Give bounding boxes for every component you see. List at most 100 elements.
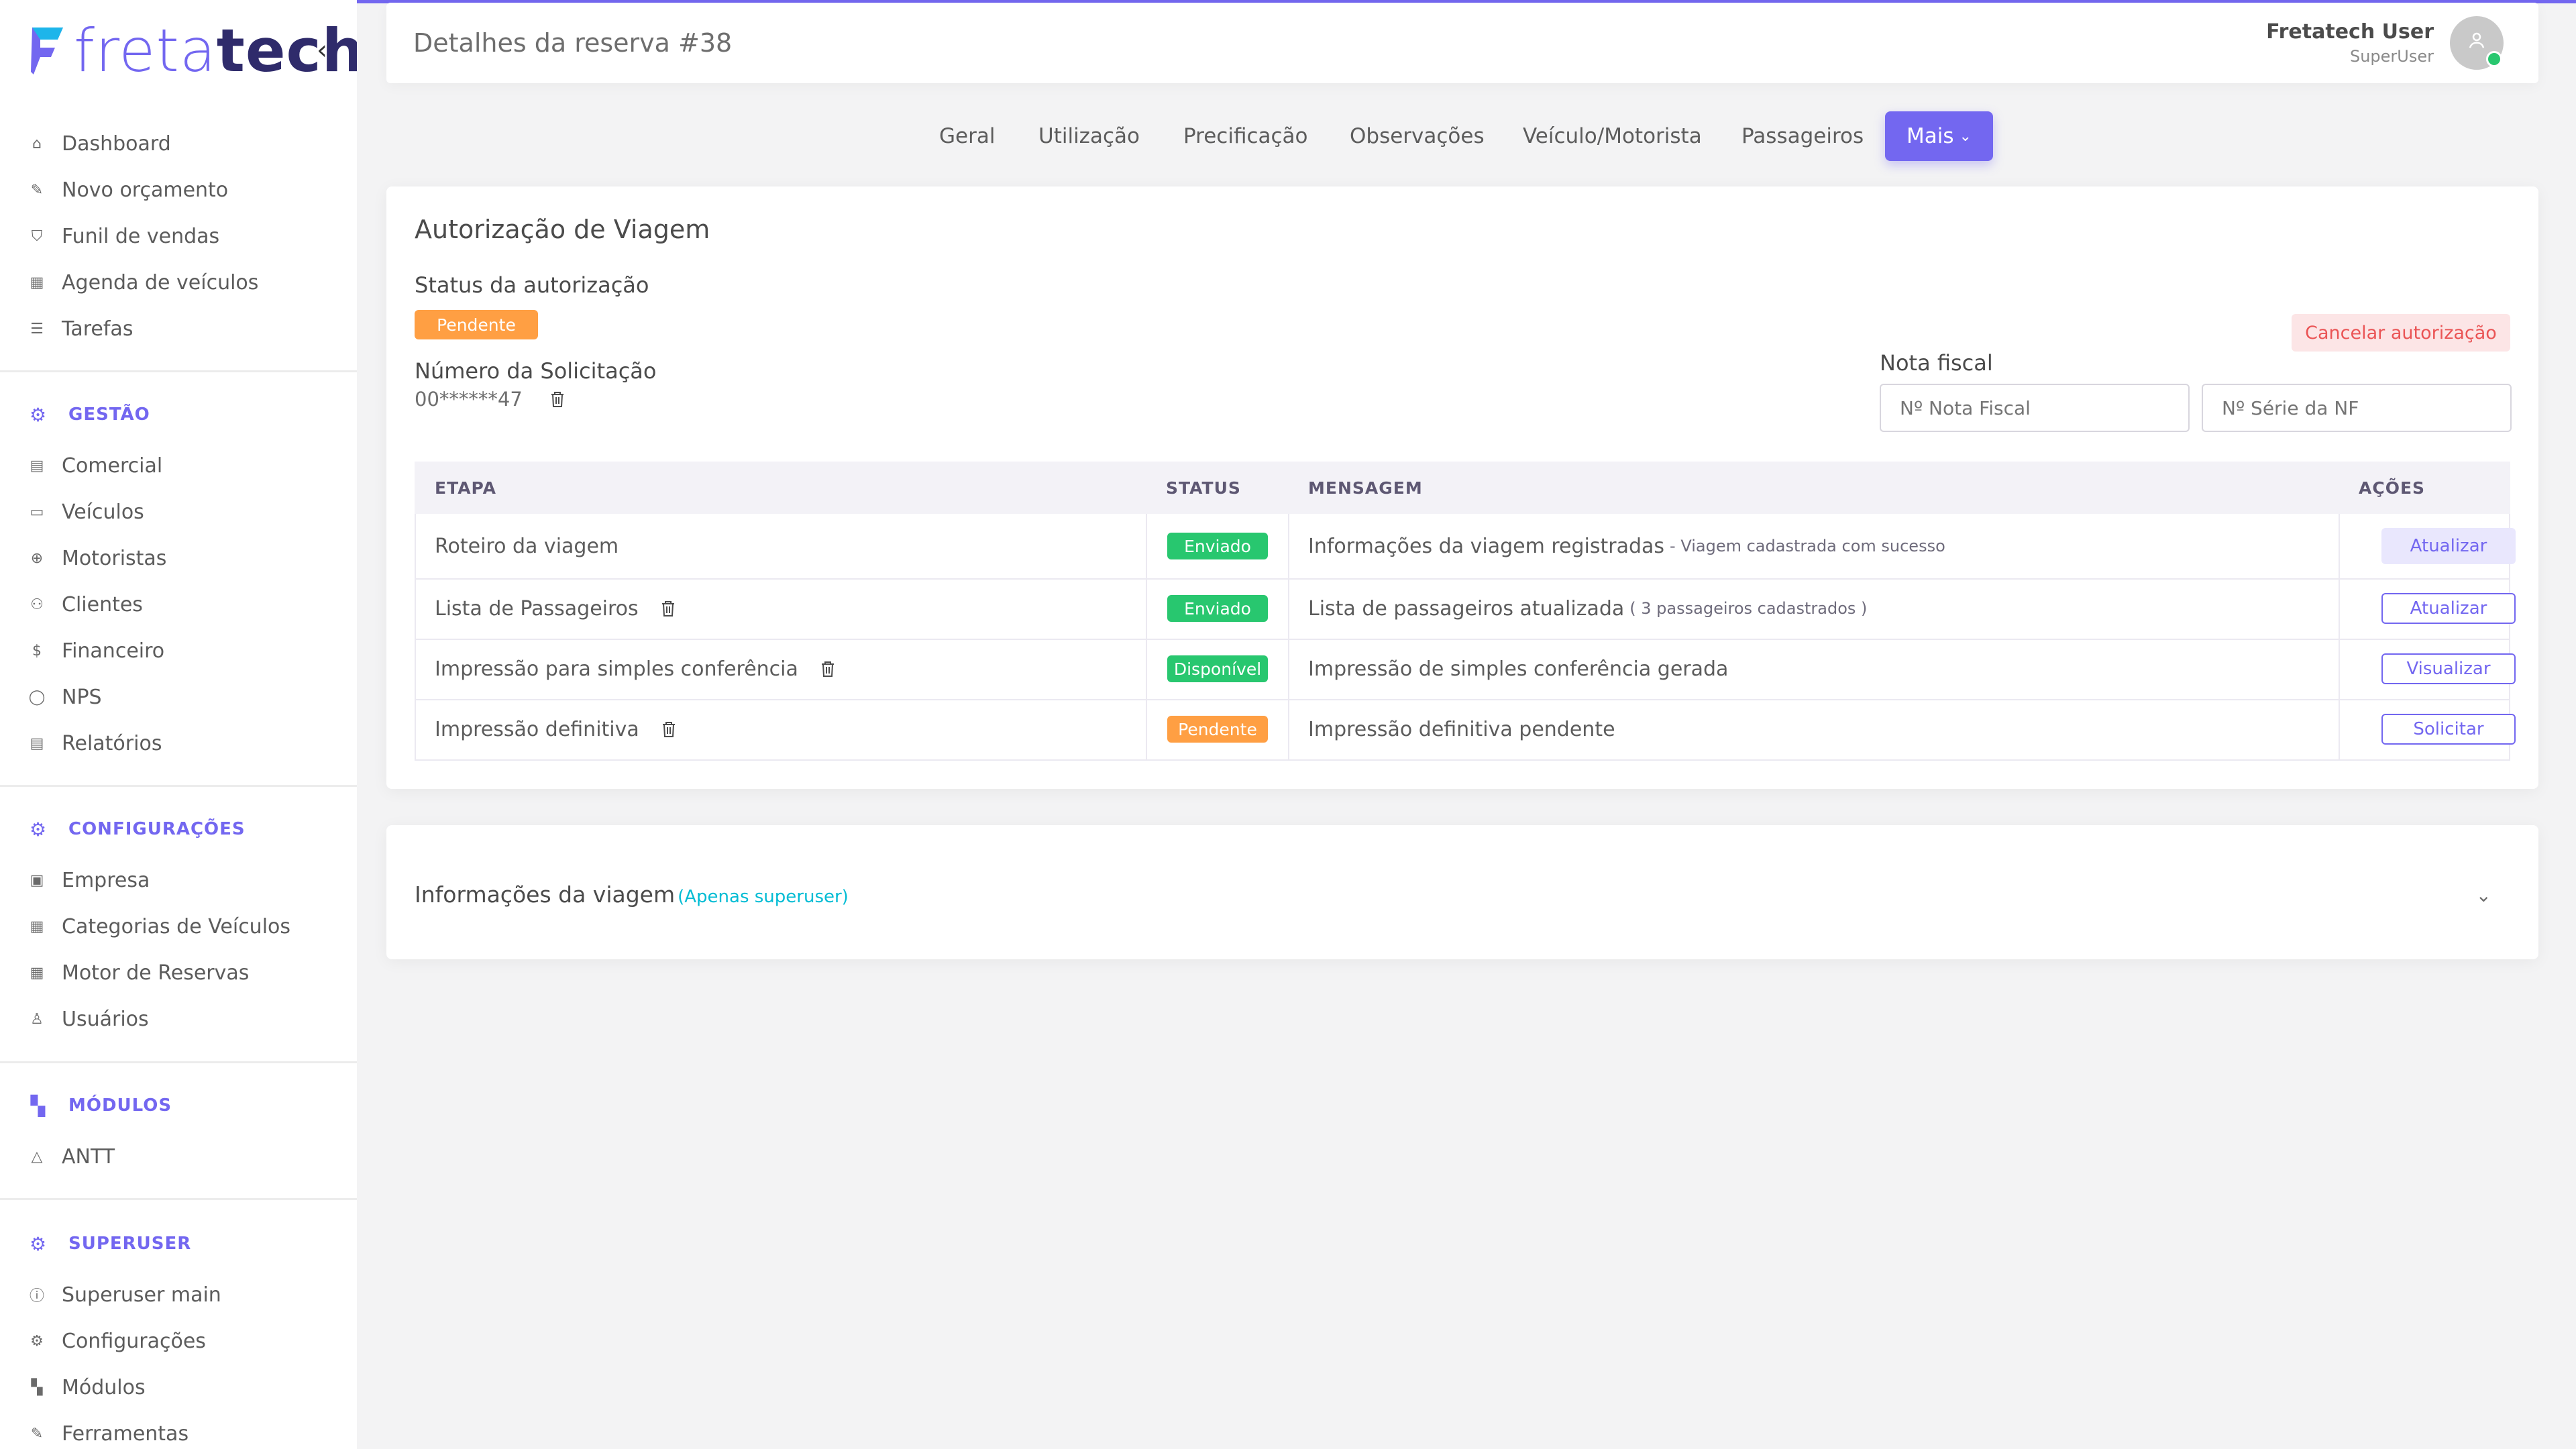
tab-mais[interactable]: Mais ⌄ — [1885, 111, 1993, 161]
column-header-status: STATUS — [1166, 478, 1241, 498]
trash-icon[interactable] — [659, 719, 678, 739]
trash-icon[interactable] — [548, 389, 567, 409]
sidebar-item-financeiro[interactable]: $ Financeiro — [28, 631, 164, 671]
step-message: Impressão de simples conferência gerada — [1308, 657, 1729, 681]
table-column-divider — [415, 514, 416, 578]
grid-icon: ▦ — [30, 918, 44, 935]
invoice-series-input[interactable] — [2202, 384, 2512, 432]
tab-observacoes[interactable]: Observações — [1350, 111, 1485, 161]
briefcase-icon: ▣ — [30, 871, 44, 889]
sidebar-item-label: Motor de Reservas — [62, 961, 250, 985]
sidebar-item-label: Relatórios — [62, 731, 162, 755]
trip-info-card[interactable]: Informações da viagem (Apenas superuser) … — [386, 825, 2538, 959]
tab-geral[interactable]: Geral — [939, 111, 995, 161]
sidebar-item-motor-de-reservas[interactable]: ▦ Motor de Reservas — [28, 953, 250, 993]
table-row: Roteiro da viagem Enviado Informações da v… — [415, 514, 2516, 580]
sidebar-item-label: Superuser main — [62, 1283, 221, 1307]
sidebar-item-relatorios[interactable]: ▤ Relatórios — [28, 723, 162, 763]
chevron-left-icon[interactable]: ‹ — [317, 35, 327, 66]
sidebar-item-clientes[interactable]: ⚇ Clientes — [28, 584, 143, 625]
sidebar-item-label: Módulos — [62, 1375, 146, 1399]
steering-wheel-icon: ⊕ — [30, 549, 44, 567]
table-column-divider — [415, 578, 416, 639]
sidebar-item-tarefas[interactable]: ☰ Tarefas — [28, 309, 133, 349]
tab-passageiros[interactable]: Passageiros — [1741, 111, 1864, 161]
authorization-card: Autorização de Viagem Status da autoriza… — [386, 186, 2538, 789]
sidebar-item-antt[interactable]: △ ANTT — [28, 1136, 115, 1177]
step-message-detail: ( 3 passageiros cadastrados ) — [1629, 599, 1868, 618]
table-column-divider — [415, 639, 416, 699]
sidebar-item-funil-de-vendas[interactable]: ⛉ Funil de vendas — [28, 216, 219, 256]
user-name[interactable]: Fretatech User — [2266, 20, 2434, 44]
sidebar-item-empresa[interactable]: ▣ Empresa — [28, 860, 150, 900]
request-number-label: Número da Solicitação — [415, 358, 657, 384]
step-status-badge: Enviado — [1167, 533, 1268, 559]
visualizar-button[interactable]: Visualizar — [2381, 653, 2516, 684]
step-message: Informações da viagem registradas — [1308, 534, 1665, 558]
sidebar-item-label: Comercial — [62, 453, 163, 478]
gear-icon: ⚙ — [29, 403, 48, 426]
message-cell: Lista de passageiros atualizada( 3 passa… — [1308, 578, 1867, 639]
tab-utilizacao[interactable]: Utilização — [1038, 111, 1140, 161]
sidebar-item-agenda-de-veiculos[interactable]: ▦ Agenda de veículos — [28, 262, 259, 303]
avatar[interactable] — [2450, 16, 2504, 70]
chevron-down-icon[interactable]: ⌄ — [2476, 884, 2491, 906]
sidebar-item-novo-orcamento[interactable]: ✎ Novo orçamento — [28, 170, 228, 210]
step-cell: Impressão para simples conferência — [435, 639, 837, 699]
status-badge: Pendente — [415, 310, 538, 339]
trash-icon[interactable] — [818, 659, 837, 679]
reservation-tabs: Geral Utilização Precificação Observaçõe… — [0, 111, 2576, 161]
sidebar-item-modulos[interactable]: ▚ Módulos — [28, 1367, 146, 1407]
sidebar-item-categorias-de-veiculos[interactable]: ▦ Categorias de Veículos — [28, 906, 290, 947]
sidebar-item-label: ANTT — [62, 1144, 115, 1169]
invoice-number-input[interactable] — [1880, 384, 2190, 432]
sidebar: fretatech ‹ ⌂ Dashboard ✎ Novo orçamento ⛉ Fu… — [0, 0, 357, 1449]
atualizar-button[interactable]: Atualizar — [2381, 528, 2516, 564]
step-cell: Lista de Passageiros — [435, 578, 678, 639]
sidebar-section-title: MÓDULOS — [68, 1095, 172, 1116]
gear-icon: ⚙ — [30, 1332, 44, 1350]
sidebar-item-comercial[interactable]: ▤ Comercial — [28, 445, 163, 486]
sidebar-item-label: Categorias de Veículos — [62, 914, 291, 938]
sidebar-item-motoristas[interactable]: ⊕ Motoristas — [28, 538, 167, 578]
step-cell: Impressão definitiva — [435, 699, 678, 759]
sidebar-section-modulos: ▚ MÓDULOS — [28, 1085, 172, 1126]
tab-precificacao[interactable]: Precificação — [1183, 111, 1308, 161]
sidebar-item-usuarios[interactable]: ♙ Usuários — [28, 999, 149, 1039]
sidebar-divider — [0, 785, 357, 787]
sidebar-item-label: NPS — [62, 685, 102, 709]
step-status-badge: Disponível — [1167, 655, 1268, 682]
tab-veiculo-motorista[interactable]: Veículo/Motorista — [1523, 111, 1702, 161]
triangle-icon: △ — [31, 1148, 43, 1165]
table-column-divider — [415, 699, 416, 759]
table-row: Lista de Passageiros Enviado Lista de pass… — [415, 578, 2516, 640]
sidebar-item-label: Agenda de veículos — [62, 270, 259, 294]
table-column-divider — [2339, 699, 2340, 759]
sidebar-section-gestao: ⚙ GESTÃO — [28, 394, 150, 435]
calendar-icon: ▦ — [30, 274, 44, 291]
brand-logo[interactable]: fretatech — [28, 17, 357, 85]
sidebar-item-ferramentas[interactable]: ✎ Ferramentas — [28, 1413, 189, 1449]
table-column-divider — [1288, 699, 1289, 759]
step-name: Impressão definitiva — [435, 717, 639, 741]
trash-icon[interactable] — [659, 598, 678, 619]
solicitar-button[interactable]: Solicitar — [2381, 714, 2516, 745]
sidebar-divider — [0, 1198, 357, 1200]
users-icon: ⚇ — [30, 596, 44, 613]
message-cell: Impressão de simples conferência gerada — [1308, 639, 1728, 699]
modules-icon: ▚ — [31, 1379, 43, 1396]
request-number: 00******47 — [415, 388, 567, 411]
sidebar-item-configuracoes[interactable]: ⚙ Configurações — [28, 1321, 206, 1361]
sidebar-item-veiculos[interactable]: ▭ Veículos — [28, 492, 144, 532]
cancel-authorization-button[interactable]: Cancelar autorização — [2292, 314, 2510, 352]
sidebar-item-nps[interactable]: ◯ NPS — [28, 677, 102, 717]
atualizar-button[interactable]: Atualizar — [2381, 593, 2516, 624]
sidebar-item-superuser-main[interactable]: ⓘ Superuser main — [28, 1275, 221, 1315]
table-column-divider — [2339, 514, 2340, 578]
sidebar-section-title: CONFIGURAÇÕES — [68, 819, 246, 839]
sidebar-item-label: Configurações — [62, 1329, 206, 1353]
sidebar-item-label: Motoristas — [62, 546, 167, 570]
gear-icon: ⚙ — [29, 1232, 48, 1255]
sidebar-section-title: GESTÃO — [68, 405, 150, 425]
trip-info-title: Informações da viagem (Apenas superuser) — [415, 881, 849, 908]
